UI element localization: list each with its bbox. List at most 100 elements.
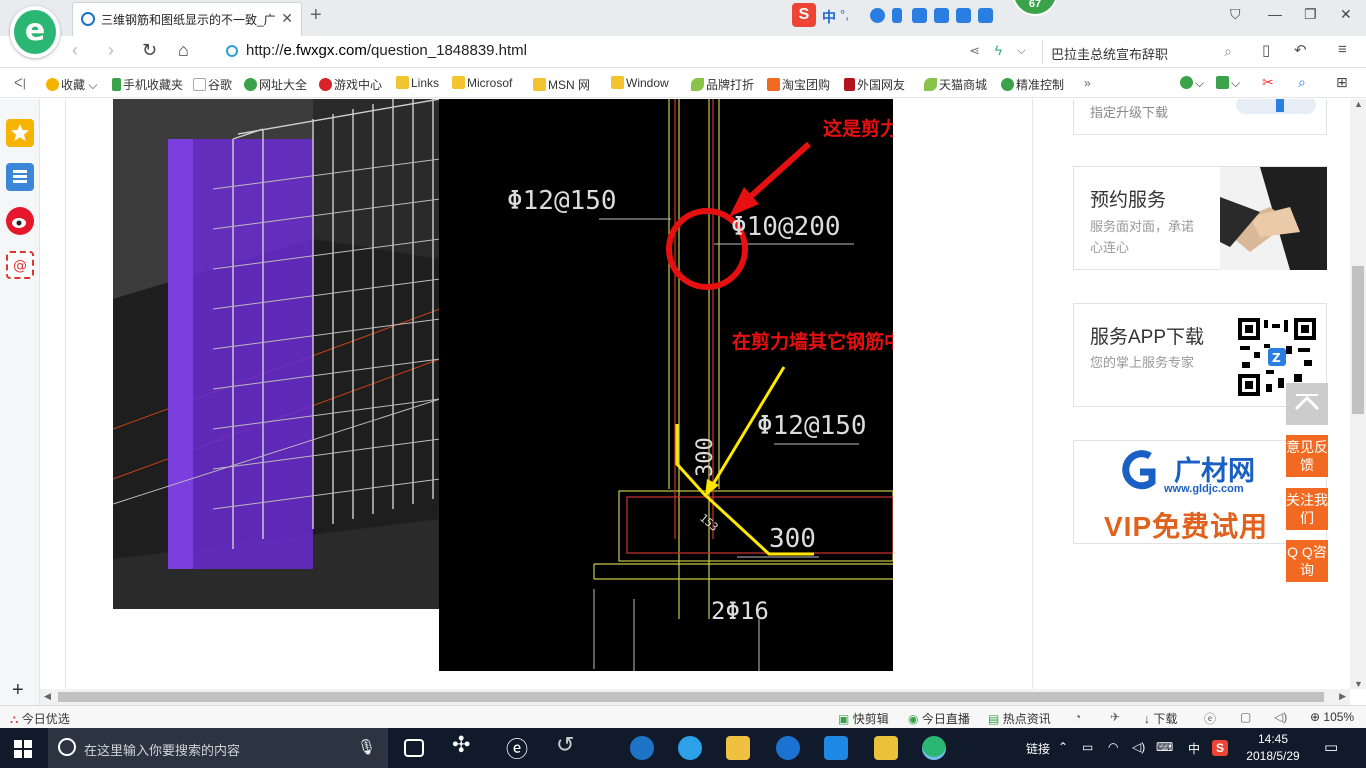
speed-icon[interactable]: ◔ (1074, 710, 1081, 724)
tray-expand-icon[interactable]: ⌃ (1058, 740, 1068, 754)
task-view-icon[interactable] (404, 739, 424, 757)
browser-logo-icon[interactable]: e (10, 6, 60, 58)
scroll-left-icon[interactable]: ◀ (44, 691, 51, 702)
undo-icon[interactable]: ↶ (1294, 41, 1307, 59)
keyboard-icon[interactable]: ⌨ (1156, 740, 1173, 754)
bookmark-item[interactable]: 游戏中心 (319, 76, 382, 93)
windows-start-icon[interactable] (14, 740, 32, 758)
share-icon[interactable]: ⋖ (969, 43, 980, 59)
new-tab-button[interactable]: + (310, 4, 322, 27)
bookmark-item[interactable]: 收藏 ⌵ (46, 76, 97, 93)
bookmark-item[interactable]: Links (396, 76, 439, 90)
magnifier-icon[interactable]: ⌕ (1298, 74, 1306, 91)
taskbar-clock[interactable]: 14:45 2018/5/29 (1238, 731, 1308, 765)
volume-icon[interactable]: ◁) (1132, 740, 1145, 754)
translate-icon[interactable]: ⌵ (1216, 76, 1240, 91)
url-text[interactable]: http://e.fwxgx.com/question_1848839.html (246, 42, 527, 59)
taskbar-search-box[interactable]: 在这里输入你要搜索的内容 🎙︎ (48, 728, 388, 768)
back-to-top-button[interactable] (1286, 383, 1328, 425)
mobile-icon[interactable]: ▯ (1262, 41, 1270, 59)
bookmark-item[interactable]: 手机收藏夹 (112, 76, 183, 93)
keyboard-icon[interactable] (912, 8, 927, 23)
bookmark-item[interactable]: Microsof (452, 76, 512, 90)
internet-explorer-icon[interactable] (678, 736, 702, 760)
favorites-star-icon[interactable] (6, 119, 34, 147)
file-explorer-icon[interactable] (726, 736, 750, 760)
ime-mode-label[interactable]: 中 (822, 7, 836, 27)
forward-icon[interactable]: › (108, 40, 114, 61)
maximize-icon[interactable]: ❐ (1304, 6, 1317, 23)
close-window-icon[interactable]: ✕ (1340, 6, 1352, 23)
upgrade-card[interactable]: 指定升级下载 (1073, 99, 1327, 135)
refresh-icon[interactable]: ↻ (142, 40, 157, 61)
download-link[interactable]: ↓ 下载 (1144, 710, 1177, 727)
search-icon[interactable]: ⌕ (1224, 43, 1232, 60)
qq-consult-button[interactable]: Q Q咨询 (1286, 540, 1328, 582)
ime-punct-label[interactable]: °, (840, 7, 849, 22)
scroll-up-icon[interactable]: ▲ (1354, 99, 1363, 109)
mute-icon[interactable]: ◁) (1274, 710, 1287, 724)
horizontal-scroll-thumb[interactable] (58, 692, 1324, 702)
ie-grey-icon[interactable]: ⓔ (506, 732, 530, 762)
battery-icon[interactable]: ▭ (1082, 740, 1093, 754)
more-bookmarks-icon[interactable]: » (1084, 76, 1091, 90)
ie-mode-icon[interactable]: ⓔ (1204, 710, 1216, 727)
news-link[interactable]: ▤ 热点资讯 (988, 710, 1051, 727)
edge-browser-icon[interactable] (630, 736, 654, 760)
notifications-icon[interactable]: ▭ (1324, 738, 1338, 756)
upgrade-text[interactable]: 指定升级下载 (1090, 102, 1168, 123)
lightning-icon[interactable]: ϟ (995, 42, 1002, 58)
bookmark-item[interactable]: Window (611, 76, 669, 90)
feedback-button[interactable]: 意见反馈 (1286, 435, 1328, 477)
bookmark-item[interactable]: 谷歌 (193, 76, 232, 93)
ime-indicator[interactable]: 中 (1188, 740, 1200, 757)
daily-picks-link[interactable]: ⛬ 今日优选 (10, 710, 70, 727)
back-icon[interactable]: ‹ (72, 40, 78, 61)
zoom-level[interactable]: ⊕ 105% (1310, 710, 1354, 724)
apps-grid-icon[interactable]: ⊞ (1336, 74, 1348, 91)
bookmark-item[interactable]: 淘宝团购 (767, 76, 830, 93)
notification-badge[interactable]: 67 (1012, 0, 1058, 16)
glodon-app-icon[interactable] (776, 736, 800, 760)
shirt-icon[interactable] (956, 8, 971, 23)
microphone-icon[interactable]: 🎙︎ (357, 738, 376, 756)
shirt-skin-icon[interactable]: ⛉ (1230, 6, 1241, 23)
sogou-tray-icon[interactable]: S (1212, 740, 1228, 756)
scroll-down-icon[interactable]: ▼ (1354, 679, 1363, 689)
email-icon[interactable]: @ (6, 251, 34, 279)
quick-clip-link[interactable]: ▣ 快剪辑 (838, 710, 889, 727)
bookmark-item[interactable]: 品牌打折 (691, 76, 754, 93)
notepad-app-icon[interactable] (874, 736, 898, 760)
collapse-sidebar-icon[interactable]: ᐸ| (14, 76, 26, 90)
pinwheel-app-icon[interactable]: ✣ (452, 732, 476, 757)
bookmark-item[interactable]: 网址大全 (244, 76, 307, 93)
menu-icon[interactable]: ≡ (1338, 41, 1347, 58)
window-icon[interactable]: ▢ (1240, 710, 1251, 724)
bookmark-item[interactable]: 精准控制 (1001, 76, 1064, 93)
price-compare-icon[interactable]: ⌵ (1180, 76, 1204, 91)
wifi-icon[interactable]: ◠ (1108, 740, 1118, 754)
live-link[interactable]: ◉ 今日直播 (908, 710, 970, 727)
tray-link-label[interactable]: 链接 (1026, 740, 1050, 757)
sogou-ime-icon[interactable]: S (792, 3, 816, 27)
follow-us-button[interactable]: 关注我们 (1286, 488, 1328, 530)
bookmark-item[interactable]: MSN 网 (533, 76, 590, 93)
scroll-right-icon[interactable]: ▶ (1339, 691, 1346, 702)
weibo-icon[interactable] (6, 207, 34, 235)
vertical-scrollbar[interactable]: ▲ ▼ (1350, 99, 1366, 689)
toolbox-icon[interactable] (934, 8, 949, 23)
search-field[interactable]: 巴拉圭总统宣布辞职 ⌕ (1042, 40, 1242, 64)
bookmark-item[interactable]: 天猫商城 (924, 76, 987, 93)
horizontal-scrollbar[interactable]: ◀ ▶ (40, 689, 1350, 705)
minimize-icon[interactable]: — (1268, 6, 1282, 22)
home-icon[interactable]: ⌂ (178, 40, 189, 61)
reading-list-icon[interactable] (6, 163, 34, 191)
360-browser-taskbar-icon[interactable] (922, 736, 946, 760)
add-sidebar-icon[interactable]: + (12, 679, 24, 702)
toggle-icon[interactable] (1236, 99, 1316, 114)
network-app-icon[interactable] (824, 736, 848, 760)
tab-close-icon[interactable]: ✕ (281, 10, 293, 27)
chevron-down-icon[interactable]: ⌵ (1017, 43, 1026, 58)
search-query[interactable]: 巴拉圭总统宣布辞职 (1051, 44, 1168, 63)
cleanup-icon[interactable]: ✈ (1110, 710, 1120, 724)
